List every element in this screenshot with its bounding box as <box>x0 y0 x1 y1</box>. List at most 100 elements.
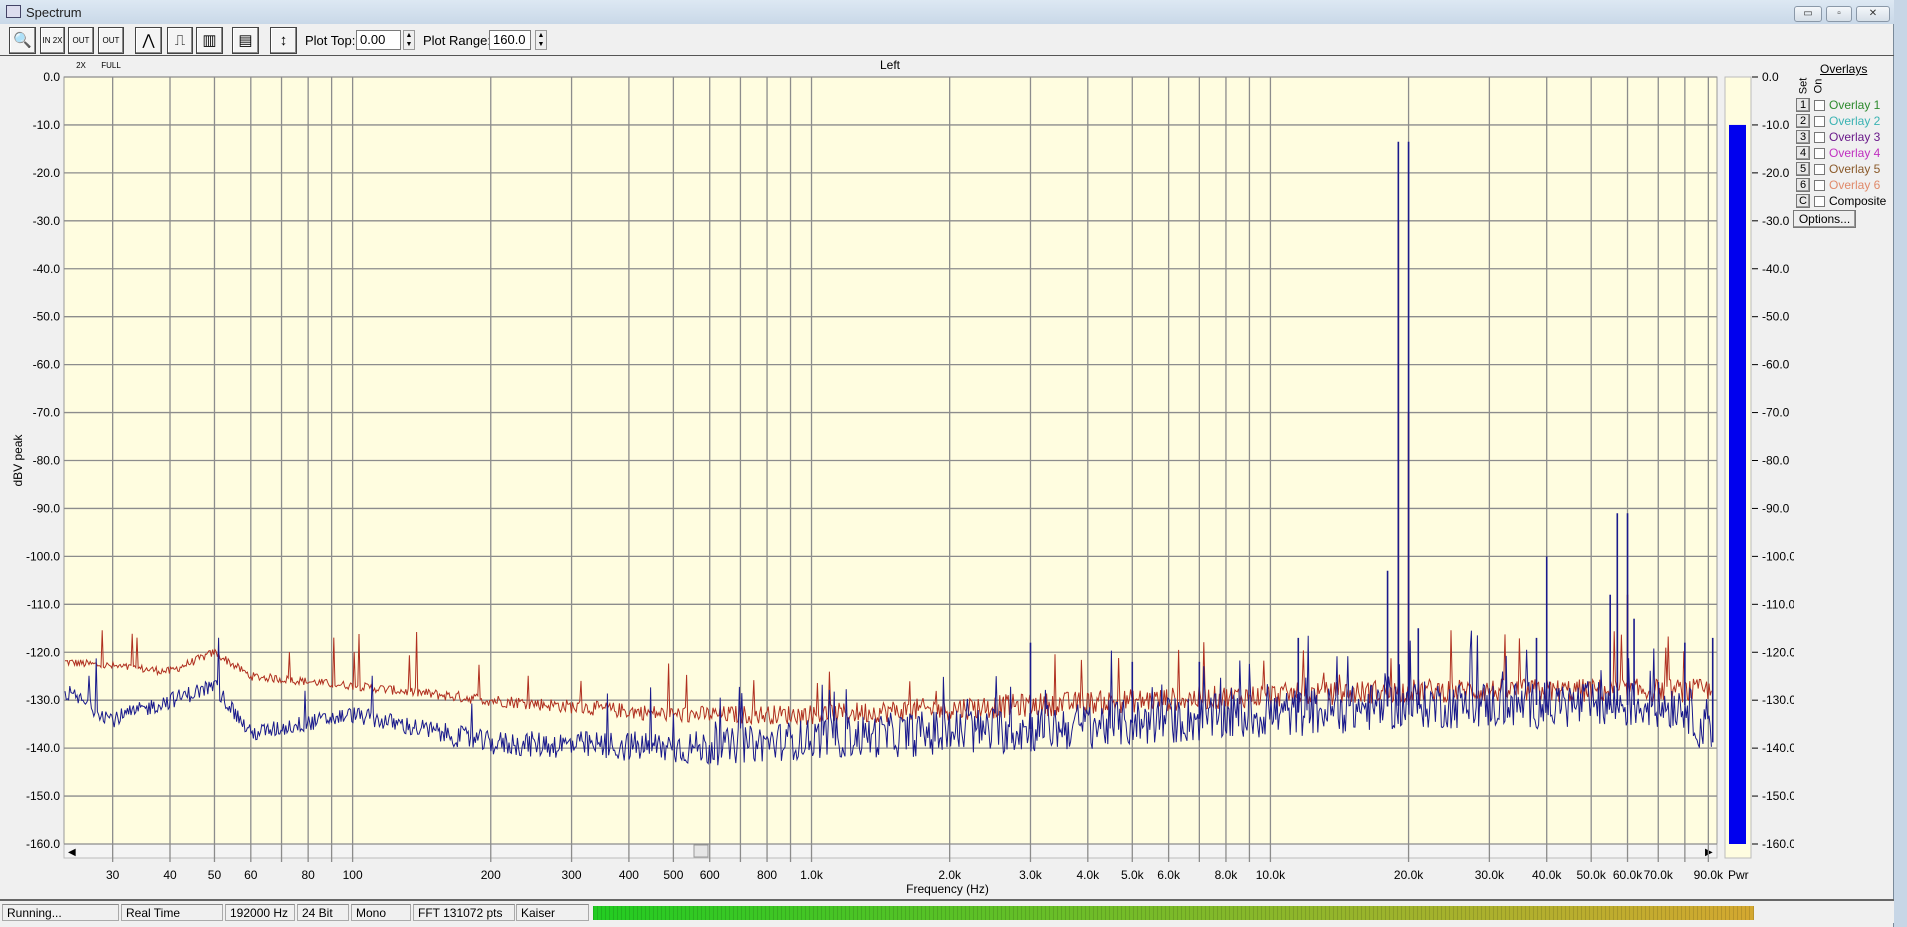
overlay-row: 3 Overlay 3 <box>1796 130 1891 145</box>
input-level-meter <box>593 906 1754 920</box>
set-header: Set <box>1797 77 1810 95</box>
magnifier-icon: 🔍 <box>13 32 32 49</box>
x-tick-label: 20.0k <box>1394 868 1424 882</box>
x-tick-label: 40 <box>163 868 177 882</box>
overlay-on-checkbox[interactable] <box>1814 148 1825 159</box>
status-cell: Mono <box>351 904 411 921</box>
pwr-tick-label: -140.0 <box>1762 741 1794 755</box>
y-tick-label: -150.0 <box>26 789 60 803</box>
y-tick-label: -70.0 <box>33 406 61 420</box>
overlay-on-checkbox[interactable] <box>1814 132 1825 143</box>
zoom-in-2x-button[interactable]: IN 2X <box>40 27 65 54</box>
status-bar: Running... Real Time 192000 Hz 24 Bit Mono FF… <box>0 899 1894 923</box>
x-tick-label: 80 <box>301 868 315 882</box>
y-tick-label: -140.0 <box>26 741 60 755</box>
status-cell: FFT 131072 pts <box>413 904 515 921</box>
zoom-out-full-button[interactable]: OUT FULL <box>98 27 124 70</box>
overlay-on-checkbox[interactable] <box>1814 180 1825 191</box>
overlay-label: Overlay 4 <box>1829 146 1881 160</box>
pwr-tick-label: -70.0 <box>1762 406 1790 420</box>
x-tick-label: 100 <box>343 868 363 882</box>
horizontal-scrollbar[interactable] <box>63 843 1718 859</box>
y-tick-label: -50.0 <box>33 310 61 324</box>
y-tick-label: -10.0 <box>33 118 61 132</box>
pwr-tick-label: -100.0 <box>1762 549 1794 563</box>
y-tick-label: -100.0 <box>26 549 60 563</box>
x-tick-label: 500 <box>663 868 683 882</box>
overlay-label: Overlay 3 <box>1829 130 1881 144</box>
plot-range-spinner[interactable]: ▲ ▼ <box>535 30 547 50</box>
step-graph-icon: ⎍ <box>174 32 186 49</box>
x-tick-label: 8.0k <box>1215 868 1239 882</box>
pwr-tick-label: 0.0 <box>1762 70 1779 84</box>
close-button[interactable]: ✕ <box>1856 6 1890 22</box>
overlay-row: 6 Overlay 6 <box>1796 178 1891 193</box>
pwr-tick-label: -160.0 <box>1762 837 1794 851</box>
overlay-set-button[interactable]: 4 <box>1796 146 1810 160</box>
overlay-on-checkbox[interactable] <box>1814 164 1825 175</box>
overlay-label: Overlay 6 <box>1829 178 1881 192</box>
y-tick-label: -80.0 <box>33 454 61 468</box>
line-mode-button[interactable]: ⋀ <box>135 27 162 54</box>
x-tick-label: 400 <box>619 868 639 882</box>
overlay-set-button[interactable]: 6 <box>1796 178 1810 192</box>
y-tick-label: -40.0 <box>33 262 61 276</box>
x-tick-label: 300 <box>562 868 582 882</box>
title-bar: Spectrum ▭ ▫ ✕ <box>0 0 1894 24</box>
x-tick-label: 5.0k <box>1121 868 1145 882</box>
x-tick-label: 70.0k <box>1644 868 1674 882</box>
options-button[interactable]: Options... <box>1793 210 1856 228</box>
pwr-tick-label: -10.0 <box>1762 118 1790 132</box>
status-cell: Running... <box>2 904 119 921</box>
y-tick-label: -20.0 <box>33 166 61 180</box>
overlays-title: Overlays <box>1820 62 1868 76</box>
plot-range-input[interactable]: 160.0 <box>489 30 531 50</box>
panel-icon: ▤ <box>238 32 253 49</box>
x-tick-label: 1.0k <box>800 868 824 882</box>
scrollbar-thumb[interactable] <box>693 844 709 858</box>
pwr-tick-label: -130.0 <box>1762 693 1794 707</box>
y-tick-label: -110.0 <box>27 597 60 611</box>
y-tick-label: -30.0 <box>33 214 61 228</box>
overlay-on-checkbox[interactable] <box>1814 100 1825 111</box>
spectrum-window: Spectrum ▭ ▫ ✕ 🔍 IN 2X OUT 2X OUT FULL ⋀ ⎍ ▥ ▤ ↕… <box>0 0 1894 927</box>
overlay-row: 1 Overlay 1 <box>1796 98 1891 113</box>
x-tick-label: 200 <box>481 868 501 882</box>
status-cell: Kaiser <box>516 904 589 921</box>
x-tick-label: 3.0k <box>1019 868 1043 882</box>
bar-graph-icon: ▥ <box>202 32 217 49</box>
spectrum-chart[interactable]: ◀ ▶ 0.0 0.0 -10.0 -10.0 -20.0 -20.0 -30.0 -30.0 -4… <box>0 57 1794 897</box>
vertical-range-icon: ↕ <box>279 32 288 49</box>
overlay-on-checkbox[interactable] <box>1814 196 1825 207</box>
pwr-tick-label: -50.0 <box>1762 310 1790 324</box>
plot-top-spinner[interactable]: ▲ ▼ <box>403 30 415 50</box>
zoom-button[interactable]: 🔍 <box>9 27 36 54</box>
zoom-out-2x-button[interactable]: OUT 2X <box>68 27 94 70</box>
bar-mode-button[interactable]: ▥ <box>196 27 223 54</box>
scroll-left-icon: ◀ <box>68 847 76 858</box>
plot-top-input[interactable]: 0.00 <box>356 30 401 50</box>
minimize-button[interactable]: ▭ <box>1794 6 1822 22</box>
x-tick-label: 30 <box>106 868 120 882</box>
overlay-set-button[interactable]: 2 <box>1796 114 1810 128</box>
settings-panel-button[interactable]: ▤ <box>232 27 259 54</box>
restore-button[interactable]: ▫ <box>1826 6 1852 22</box>
step-mode-button[interactable]: ⎍ <box>167 27 193 54</box>
x-tick-label: 60.0k <box>1613 868 1643 882</box>
app-icon <box>6 5 21 18</box>
overlay-label: Overlay 1 <box>1829 98 1881 112</box>
pwr-tick-label: -20.0 <box>1762 166 1790 180</box>
overlay-set-button[interactable]: C <box>1796 194 1810 208</box>
scroll-right-icon: ▶ <box>1705 847 1713 858</box>
overlay-set-button[interactable]: 3 <box>1796 130 1810 144</box>
status-cell: Real Time <box>121 904 223 921</box>
x-tick-label: 30.0k <box>1475 868 1505 882</box>
autoscale-button[interactable]: ↕ <box>270 27 297 54</box>
power-meter-label: Pwr <box>1728 868 1749 882</box>
plot-range-label: Plot Range: <box>423 33 491 48</box>
on-header: On <box>1812 78 1825 94</box>
overlay-set-button[interactable]: 1 <box>1796 98 1810 112</box>
overlay-on-checkbox[interactable] <box>1814 116 1825 127</box>
line-graph-icon: ⋀ <box>142 32 155 49</box>
overlay-set-button[interactable]: 5 <box>1796 162 1810 176</box>
